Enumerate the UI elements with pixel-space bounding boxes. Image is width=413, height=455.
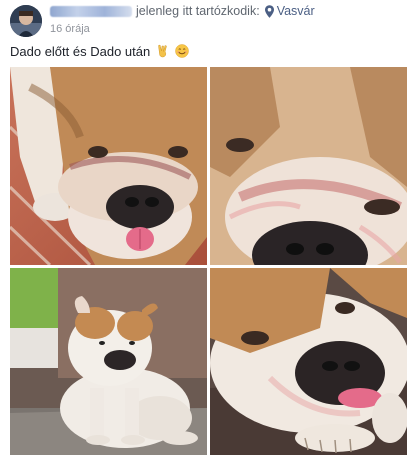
post-header: jelenleg itt tartózkodik: Vasvár <box>50 4 315 18</box>
header-text: jelenleg itt tartózkodik: <box>136 4 260 18</box>
post-timestamp[interactable]: 16 órája <box>50 23 90 35</box>
photo-3[interactable] <box>10 268 207 455</box>
photo-1[interactable] <box>10 67 207 265</box>
photo-4[interactable] <box>210 268 407 455</box>
smiling-face-icon <box>175 44 190 58</box>
victory-hand-icon <box>158 44 167 58</box>
photo-grid <box>10 67 407 455</box>
feed-post: jelenleg itt tartózkodik: Vasvár 16 óráj… <box>0 0 413 455</box>
author-name-redacted[interactable] <box>50 5 132 17</box>
post-caption: Dado előtt és Dado után <box>10 44 190 59</box>
location-pin-icon <box>264 4 274 18</box>
location-link[interactable]: Vasvár <box>277 4 315 18</box>
avatar[interactable] <box>10 5 42 37</box>
caption-text: Dado előtt és Dado után <box>10 44 151 59</box>
photo-2[interactable] <box>210 67 407 265</box>
